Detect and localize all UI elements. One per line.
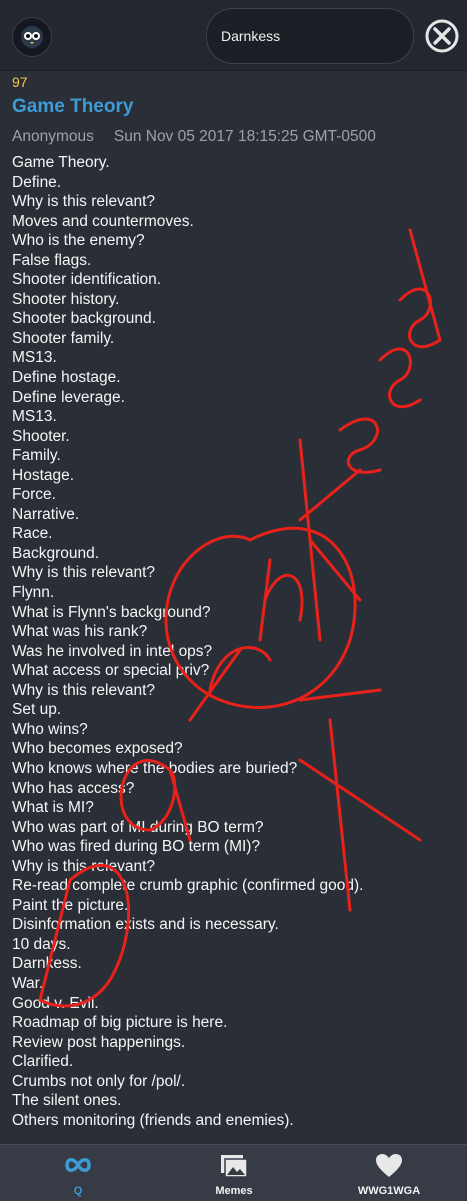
post-line: 10 days.	[12, 935, 71, 953]
post-line: Others monitoring (friends and enemies).	[12, 1111, 294, 1129]
nav-memes-label: Memes	[215, 1185, 253, 1197]
post-line: Define leverage.	[12, 388, 125, 406]
bottom-nav: Q Memes WWG1WGA	[0, 1144, 467, 1201]
post-line: Darnkess.	[12, 955, 82, 973]
post-line: Good v. Evil.	[12, 994, 99, 1012]
post-line: Why is this relevant?	[12, 193, 155, 211]
nav-q-label: Q	[73, 1185, 83, 1197]
post-line: War.	[12, 974, 44, 992]
post-line: The silent ones.	[12, 1092, 122, 1110]
post-line: Race.	[12, 525, 53, 543]
post-line: Narrative.	[12, 505, 80, 523]
post-line: What is Flynn's background?	[12, 603, 211, 621]
post-line: Re-read complete crumb graphic (confirme…	[12, 877, 364, 895]
post-number[interactable]: 97	[12, 72, 457, 92]
post-line: Hostage.	[12, 466, 75, 484]
post-line: Who knows where the bodies are buried?	[12, 759, 298, 777]
post-line: MS13.	[12, 408, 57, 426]
post-meta: Anonymous Sun Nov 05 2017 18:15:25 GMT-05…	[12, 126, 457, 148]
post-line: Who is the enemy?	[12, 232, 145, 250]
post-line: Flynn.	[12, 584, 55, 602]
post-line: Shooter family.	[12, 329, 115, 347]
close-button[interactable]	[424, 18, 460, 54]
post-line: What was his rank?	[12, 623, 148, 641]
post-line: Review post happenings.	[12, 1033, 186, 1051]
post-title[interactable]: Game Theory	[12, 94, 457, 120]
post-line: What access or special priv?	[12, 662, 210, 680]
search-bar[interactable]	[206, 8, 414, 64]
post-line: Moves and countermoves.	[12, 212, 194, 230]
post-line: Who has access?	[12, 779, 135, 797]
post-line: Who wins?	[12, 720, 88, 738]
post-author: Anonymous	[12, 128, 94, 145]
images-icon	[221, 1155, 248, 1178]
post-line: Game Theory.	[12, 154, 110, 171]
search-input[interactable]	[219, 23, 403, 49]
post-line: Define hostage.	[12, 369, 121, 387]
top-bar	[0, 0, 467, 71]
post-line: Who was part of MI during BO term?	[12, 818, 264, 836]
post-line: False flags.	[12, 251, 92, 269]
post-line: Background.	[12, 544, 100, 562]
post-line: What is MI?	[12, 799, 94, 817]
post-line: Who becomes exposed?	[12, 740, 183, 758]
post-line: Why is this relevant?	[12, 681, 155, 699]
post-line: Shooter background.	[12, 310, 156, 328]
nav-q[interactable]: Q	[38, 1145, 118, 1201]
app-logo[interactable]	[12, 17, 52, 57]
owl-logo-icon	[21, 26, 43, 48]
post-line: Was he involved in intel ops?	[12, 642, 213, 660]
post-line: Set up.	[12, 701, 62, 719]
post: 97 Game Theory Anonymous Sun Nov 05 2017 …	[12, 72, 457, 1131]
post-body: Game Theory. Define. Why is this relevant?…	[12, 153, 457, 1131]
infinity-icon	[65, 1158, 91, 1172]
post-line: Roadmap of big picture is here.	[12, 1014, 228, 1032]
post-line: Force.	[12, 486, 56, 504]
post-line: Clarified.	[12, 1053, 74, 1071]
post-line: Crumbs not only for /pol/.	[12, 1072, 186, 1090]
post-line: Shooter.	[12, 427, 70, 445]
post-line: Shooter identification.	[12, 271, 162, 289]
nav-wwg1wga-label: WWG1WGA	[357, 1185, 421, 1197]
post-line: Why is this relevant?	[12, 564, 155, 582]
heart-icon	[376, 1154, 402, 1177]
post-line: Who was fired during BO term (MI)?	[12, 838, 261, 856]
post-line: Family.	[12, 447, 61, 465]
post-line: Disinformation exists and is necessary.	[12, 916, 279, 934]
post-date: Sun Nov 05 2017 18:15:25 GMT-0500	[113, 128, 376, 145]
post-line: MS13.	[12, 349, 57, 367]
post-line: Paint the picture.	[12, 896, 129, 914]
post-line: Why is this relevant?	[12, 857, 155, 875]
post-line: Shooter history.	[12, 290, 120, 308]
post-line: Instructions.	[12, 1130, 457, 1131]
nav-memes[interactable]: Memes	[194, 1145, 274, 1201]
nav-wwg1wga[interactable]: WWG1WGA	[344, 1145, 434, 1201]
close-icon	[425, 19, 459, 53]
post-line: Define.	[12, 173, 62, 191]
